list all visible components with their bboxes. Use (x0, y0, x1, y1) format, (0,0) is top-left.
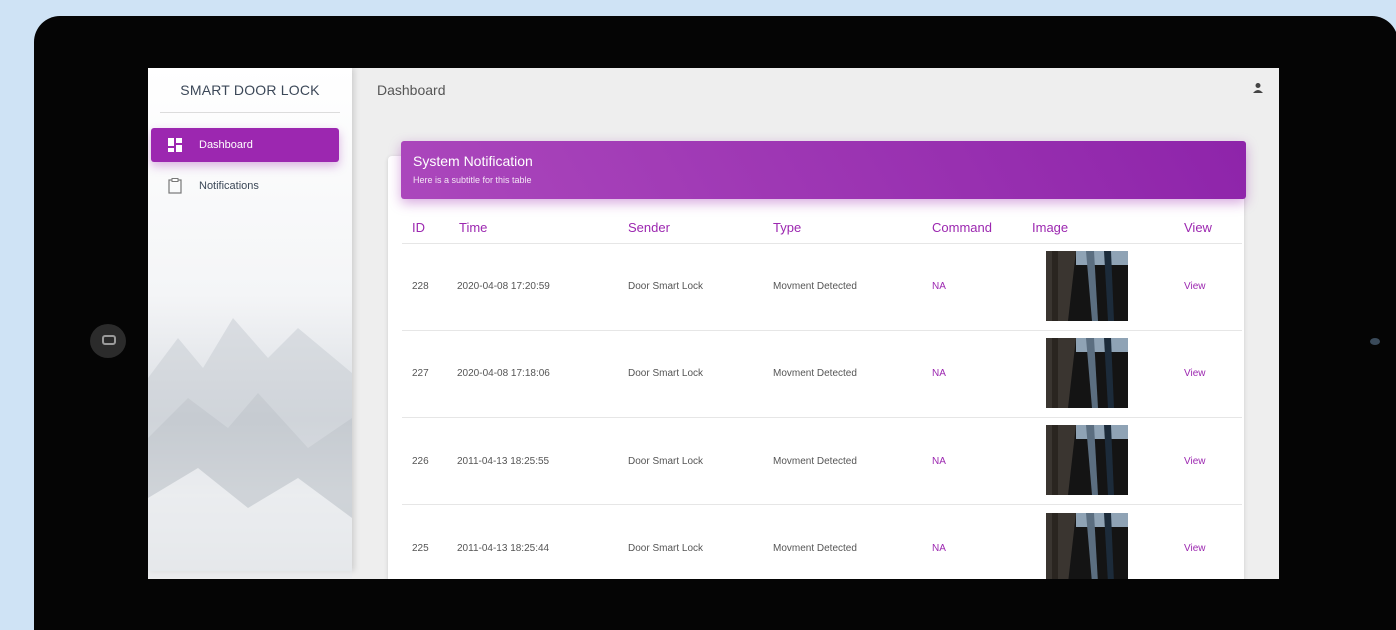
cell-id: 225 (412, 543, 429, 554)
sidebar: SMART DOOR LOCK Dashboard Notifications (148, 68, 352, 578)
view-link[interactable]: View (1184, 543, 1206, 554)
cell-type: Movment Detected (773, 456, 857, 467)
row-divider (402, 417, 1242, 418)
motion-snapshot-image[interactable] (1046, 425, 1128, 495)
column-header-view[interactable]: View (1184, 220, 1212, 235)
sidebar-item-notifications[interactable]: Notifications (151, 169, 339, 203)
cell-command: NA (932, 456, 946, 467)
cell-time: 2011-04-13 18:25:55 (457, 456, 550, 467)
cell-id: 228 (412, 281, 429, 292)
view-link[interactable]: View (1184, 368, 1206, 379)
column-header-sender[interactable]: Sender (628, 220, 670, 235)
brand-divider (160, 112, 340, 113)
dashboard-icon (167, 137, 183, 153)
row-divider (402, 330, 1242, 331)
cell-time: 2020-04-08 17:20:59 (457, 281, 550, 292)
row-divider (402, 243, 1242, 244)
sidebar-item-label: Dashboard (199, 139, 253, 151)
cell-id: 227 (412, 368, 429, 379)
column-header-id[interactable]: ID (412, 220, 425, 235)
card-title: System Notification (413, 153, 533, 169)
page-title: Dashboard (377, 82, 446, 98)
column-header-type[interactable]: Type (773, 220, 801, 235)
cell-command: NA (932, 368, 946, 379)
sidebar-item-dashboard[interactable]: Dashboard (151, 128, 339, 162)
card-subtitle: Here is a subtitle for this table (413, 175, 532, 185)
cell-type: Movment Detected (773, 368, 857, 379)
view-link[interactable]: View (1184, 456, 1206, 467)
cell-sender: Door Smart Lock (628, 281, 704, 292)
sidebar-item-label: Notifications (199, 180, 259, 192)
clipboard-icon (167, 178, 183, 194)
cell-sender: Door Smart Lock (628, 456, 704, 467)
user-icon[interactable] (1252, 82, 1264, 94)
cell-time: 2011-04-13 18:25:44 (457, 543, 550, 554)
brand-title[interactable]: SMART DOOR LOCK (148, 68, 352, 112)
cell-id: 226 (412, 456, 429, 467)
cell-sender: Door Smart Lock (628, 543, 704, 554)
cell-time: 2020-04-08 17:18:06 (457, 368, 550, 379)
motion-snapshot-image[interactable] (1046, 338, 1128, 408)
row-divider (402, 504, 1242, 505)
column-header-time[interactable]: Time (459, 220, 487, 235)
cell-command: NA (932, 281, 946, 292)
home-button[interactable] (90, 324, 126, 358)
cell-sender: Door Smart Lock (628, 368, 704, 379)
motion-snapshot-image[interactable] (1046, 251, 1128, 321)
app-screen: SMART DOOR LOCK Dashboard Notifications … (148, 68, 1279, 579)
column-header-command[interactable]: Command (932, 220, 992, 235)
mountain-background-image (148, 318, 352, 578)
view-link[interactable]: View (1184, 281, 1206, 292)
column-header-image[interactable]: Image (1032, 220, 1068, 235)
cell-type: Movment Detected (773, 543, 857, 554)
card-header: System Notification Here is a subtitle f… (401, 141, 1246, 199)
cell-command: NA (932, 543, 946, 554)
camera-dot (1370, 338, 1380, 345)
cell-type: Movment Detected (773, 281, 857, 292)
motion-snapshot-image[interactable] (1046, 513, 1128, 579)
